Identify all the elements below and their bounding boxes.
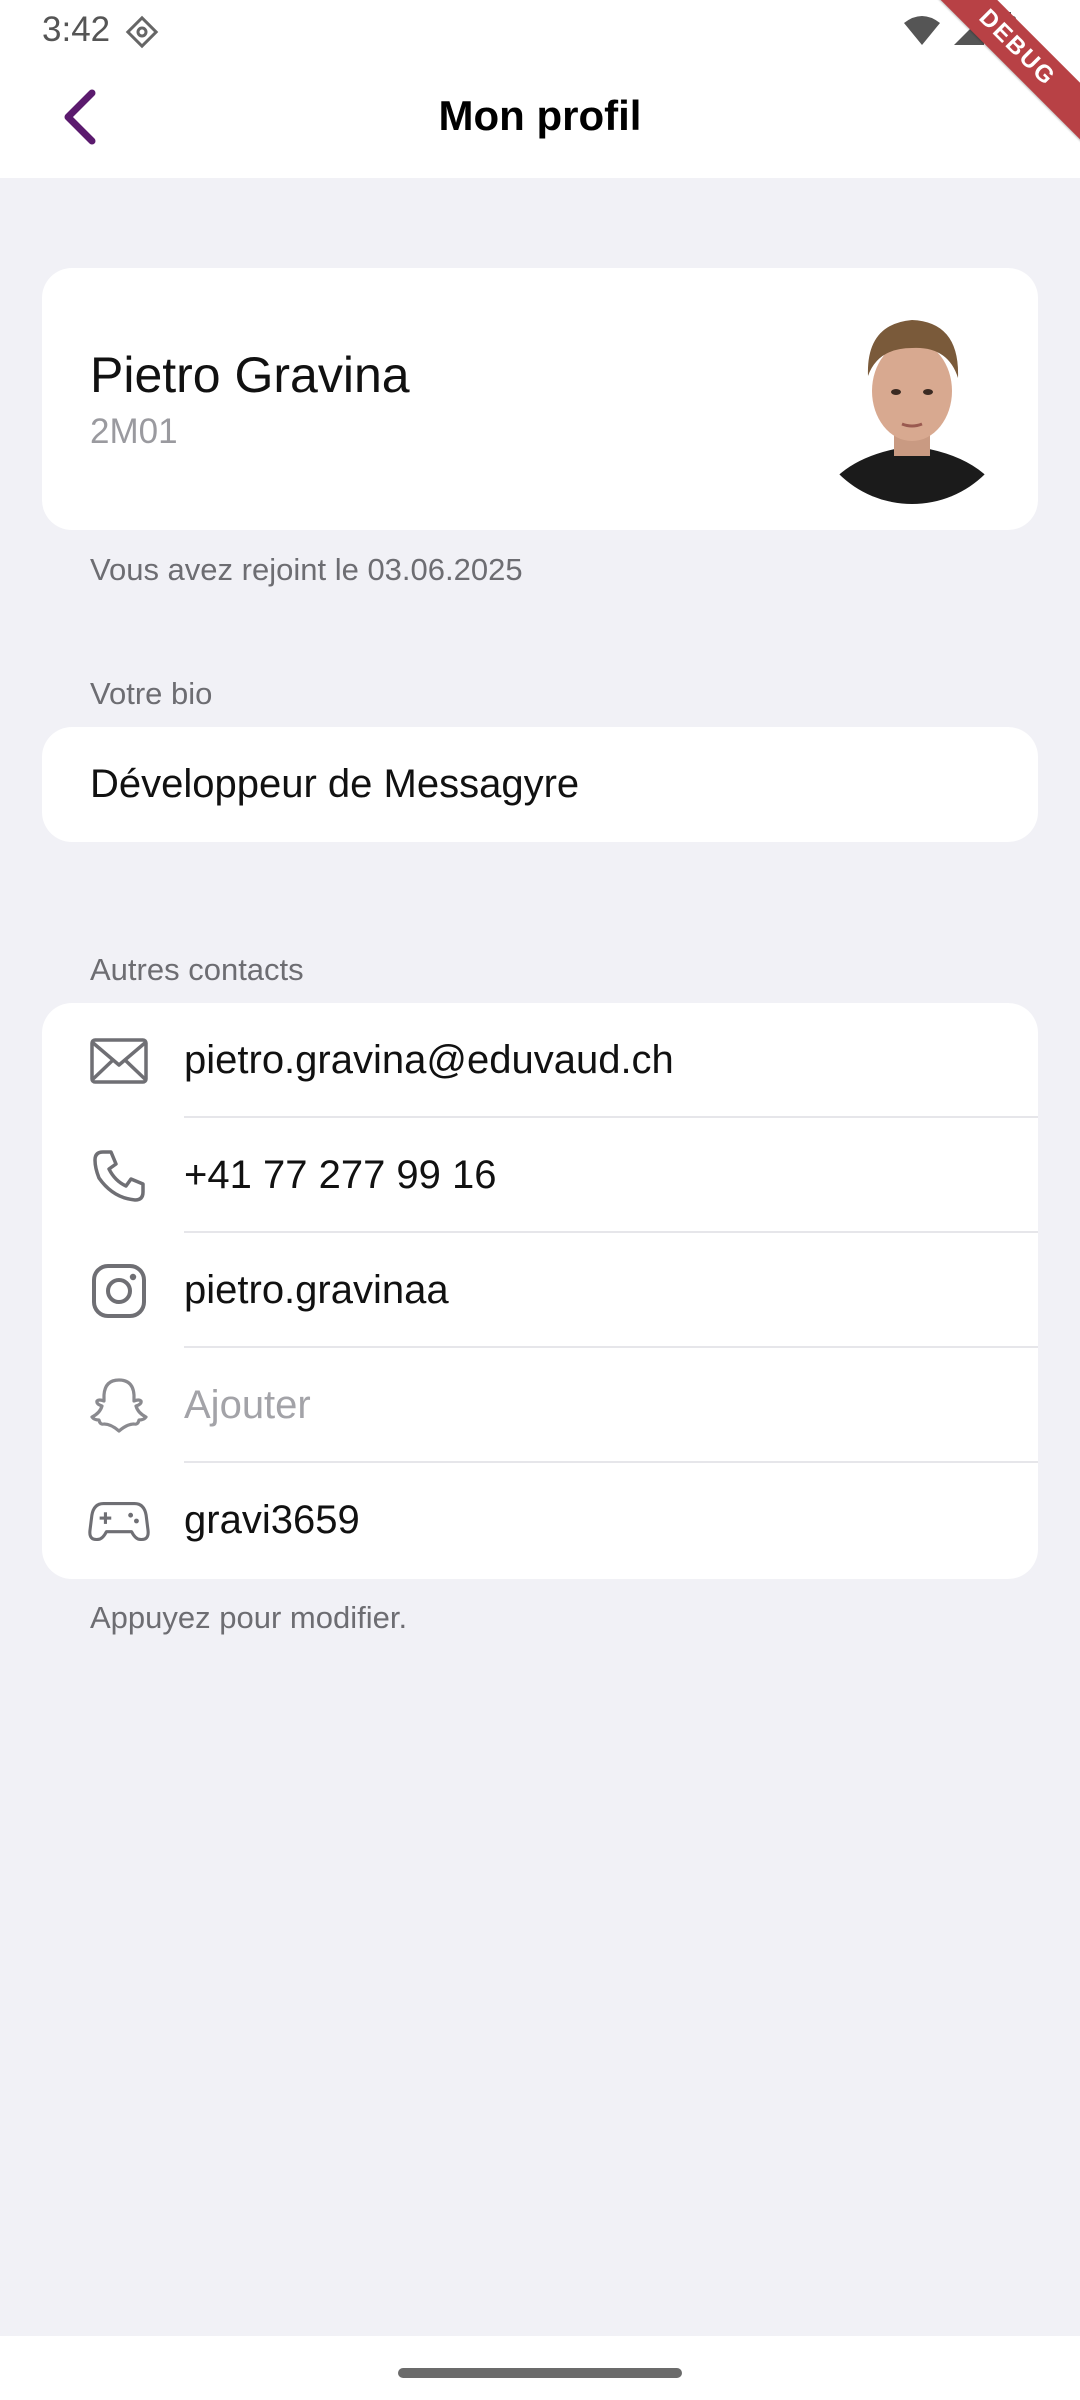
contact-snapchat-value: Ajouter <box>184 1383 311 1427</box>
app-header: 3:42 DEBUG Mon profil <box>0 0 1080 178</box>
profile-class-code: 2M01 <box>90 412 178 451</box>
bio-text: Développeur de Messagyre <box>90 762 580 806</box>
avatar-portrait-image <box>818 320 1006 504</box>
contacts-card: pietro.gravina@eduvaud.ch +41 77 277 99 … <box>42 1003 1038 1579</box>
status-time: 3:42 <box>42 10 111 49</box>
contact-row-snapchat[interactable]: Ajouter <box>42 1348 1038 1463</box>
contact-email-value: pietro.gravina@eduvaud.ch <box>184 1038 674 1082</box>
profile-name: Pietro Gravina <box>90 347 410 403</box>
home-gesture-handle[interactable] <box>398 2368 682 2378</box>
gamepad-icon <box>88 1491 150 1551</box>
contact-row-phone[interactable]: +41 77 277 99 16 <box>42 1118 1038 1233</box>
snapchat-icon <box>88 1376 150 1436</box>
instagram-icon <box>88 1261 150 1321</box>
bio-section-label: Votre bio <box>90 676 213 711</box>
profile-card[interactable]: Pietro Gravina 2M01 <box>42 268 1038 530</box>
contacts-section-label: Autres contacts <box>90 952 304 987</box>
contact-row-email[interactable]: pietro.gravina@eduvaud.ch <box>42 1003 1038 1118</box>
page-title: Mon profil <box>438 92 642 139</box>
contact-gaming-value: gravi3659 <box>184 1498 360 1542</box>
wifi-icon <box>902 13 942 52</box>
contact-phone-value: +41 77 277 99 16 <box>184 1153 497 1197</box>
bio-card[interactable]: Développeur de Messagyre <box>42 727 1038 842</box>
edit-hint-text: Appuyez pour modifier. <box>90 1600 408 1635</box>
contact-row-gaming[interactable]: gravi3659 <box>42 1463 1038 1578</box>
contact-row-instagram[interactable]: pietro.gravinaa <box>42 1233 1038 1348</box>
contact-instagram-value: pietro.gravinaa <box>184 1268 449 1312</box>
system-notification-icon <box>124 14 160 50</box>
phone-icon <box>88 1146 150 1206</box>
avatar[interactable] <box>808 296 1016 504</box>
joined-date-text: Vous avez rejoint le 03.06.2025 <box>90 552 523 587</box>
system-navigation-bar <box>0 2336 1080 2400</box>
mail-icon <box>88 1031 150 1091</box>
